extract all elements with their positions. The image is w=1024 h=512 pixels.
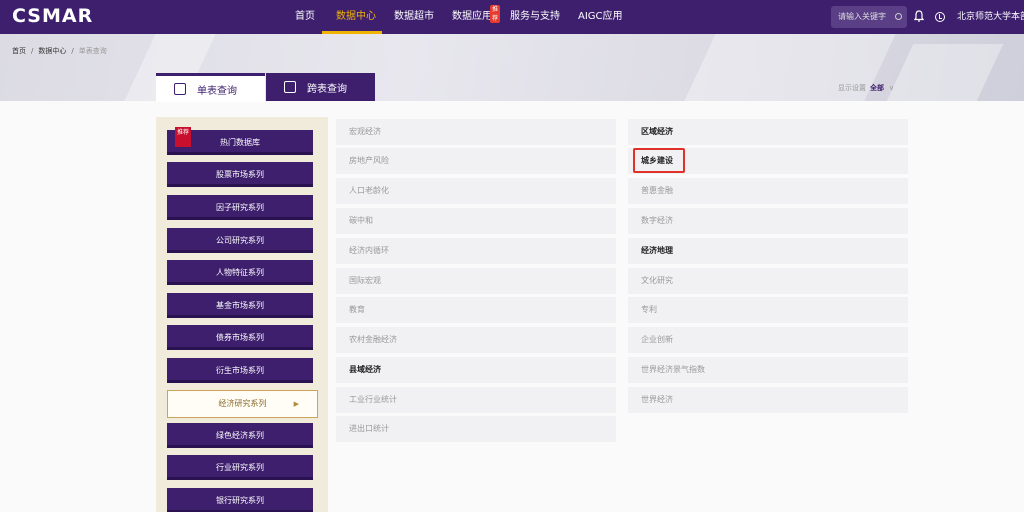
nav-home[interactable]: 首页: [295, 0, 315, 34]
series-bank-research[interactable]: 银行研究系列: [167, 488, 313, 512]
banner-decoration: [886, 44, 1004, 101]
top-navbar: CSMAR 首页 数据中心 数据超市 数据应用 推荐 服务与支持 AIGC应用 …: [0, 0, 1024, 34]
display-setting-value: 全部: [870, 84, 884, 92]
recommend-badge: 推荐: [175, 127, 191, 147]
tab-label: 跨表查询: [307, 83, 347, 95]
table-search-icon: [284, 81, 296, 93]
series-fund-market[interactable]: 基金市场系列: [167, 293, 313, 318]
database-item[interactable]: 碳中和: [336, 208, 616, 234]
history-icon[interactable]: [935, 12, 945, 22]
table-search-icon: [174, 83, 186, 95]
database-item[interactable]: 企业创新: [628, 327, 908, 353]
database-item[interactable]: 区域经济: [628, 119, 908, 145]
series-economic-research[interactable]: 经济研究系列 ▶: [167, 390, 318, 418]
nav-aigc[interactable]: AIGC应用: [578, 0, 623, 34]
series-label: 经济研究系列: [218, 399, 267, 408]
database-item[interactable]: 宏观经济: [336, 119, 616, 145]
nav-data-apps[interactable]: 数据应用: [452, 0, 492, 34]
bell-icon[interactable]: [914, 10, 924, 23]
database-item[interactable]: 世界经济景气指数: [628, 357, 908, 383]
search-placeholder: 请输入关键字: [838, 12, 886, 21]
database-item[interactable]: 农村金融经济: [336, 327, 616, 353]
database-item[interactable]: 国际宏观: [336, 268, 616, 294]
breadcrumb-data-center[interactable]: 数据中心: [38, 47, 66, 55]
chevron-down-icon: ∨: [889, 84, 895, 92]
breadcrumb-home[interactable]: 首页: [12, 47, 26, 55]
series-person-traits[interactable]: 人物特征系列: [167, 260, 313, 285]
nav-service-support[interactable]: 服务与支持: [510, 0, 560, 34]
breadcrumb: 首页 / 数据中心 / 单表查询: [12, 47, 107, 55]
series-bond-market[interactable]: 债券市场系列: [167, 325, 313, 350]
database-item[interactable]: 数字经济: [628, 208, 908, 234]
database-item[interactable]: 工业行业统计: [336, 387, 616, 413]
database-item-urban-rural[interactable]: 城乡建设: [628, 148, 908, 174]
display-setting[interactable]: 显示设置 全部 ∨: [838, 83, 894, 93]
series-derivatives-market[interactable]: 衍生市场系列: [167, 358, 313, 383]
database-item[interactable]: 经济地理: [628, 238, 908, 264]
series-company-research[interactable]: 公司研究系列: [167, 228, 313, 253]
database-item[interactable]: 经济内循环: [336, 238, 616, 264]
series-green-economy[interactable]: 绿色经济系列: [167, 423, 313, 448]
series-industry-research[interactable]: 行业研究系列: [167, 455, 313, 480]
database-item[interactable]: 教育: [336, 297, 616, 323]
database-item[interactable]: 县域经济: [336, 357, 616, 383]
database-item[interactable]: 世界经济: [628, 387, 908, 413]
nav-data-center[interactable]: 数据中心: [336, 0, 376, 34]
tab-cross-table-query[interactable]: 跨表查询: [266, 73, 375, 101]
database-item[interactable]: 人口老龄化: [336, 178, 616, 204]
user-institution[interactable]: 北京师范大学本部: [957, 0, 1024, 34]
display-setting-label: 显示设置: [838, 84, 866, 92]
caret-right-icon: ▶: [293, 400, 299, 408]
database-item[interactable]: 房地产风险: [336, 148, 616, 174]
database-item[interactable]: 专利: [628, 297, 908, 323]
series-factor-research[interactable]: 因子研究系列: [167, 195, 313, 220]
series-stock-market[interactable]: 股票市场系列: [167, 162, 313, 187]
database-item[interactable]: 文化研究: [628, 268, 908, 294]
breadcrumb-current: 单表查询: [78, 47, 107, 55]
recommend-badge: 推荐: [490, 5, 501, 23]
nav-data-market[interactable]: 数据超市: [394, 0, 434, 34]
tab-single-table-query[interactable]: 单表查询: [156, 73, 265, 102]
search-icon[interactable]: [895, 13, 902, 20]
csmar-logo[interactable]: CSMAR: [12, 5, 93, 27]
database-item[interactable]: 进出口统计: [336, 416, 616, 442]
search-input[interactable]: 请输入关键字: [831, 6, 907, 28]
database-item[interactable]: 普惠金融: [628, 178, 908, 204]
tab-label: 单表查询: [197, 85, 237, 97]
